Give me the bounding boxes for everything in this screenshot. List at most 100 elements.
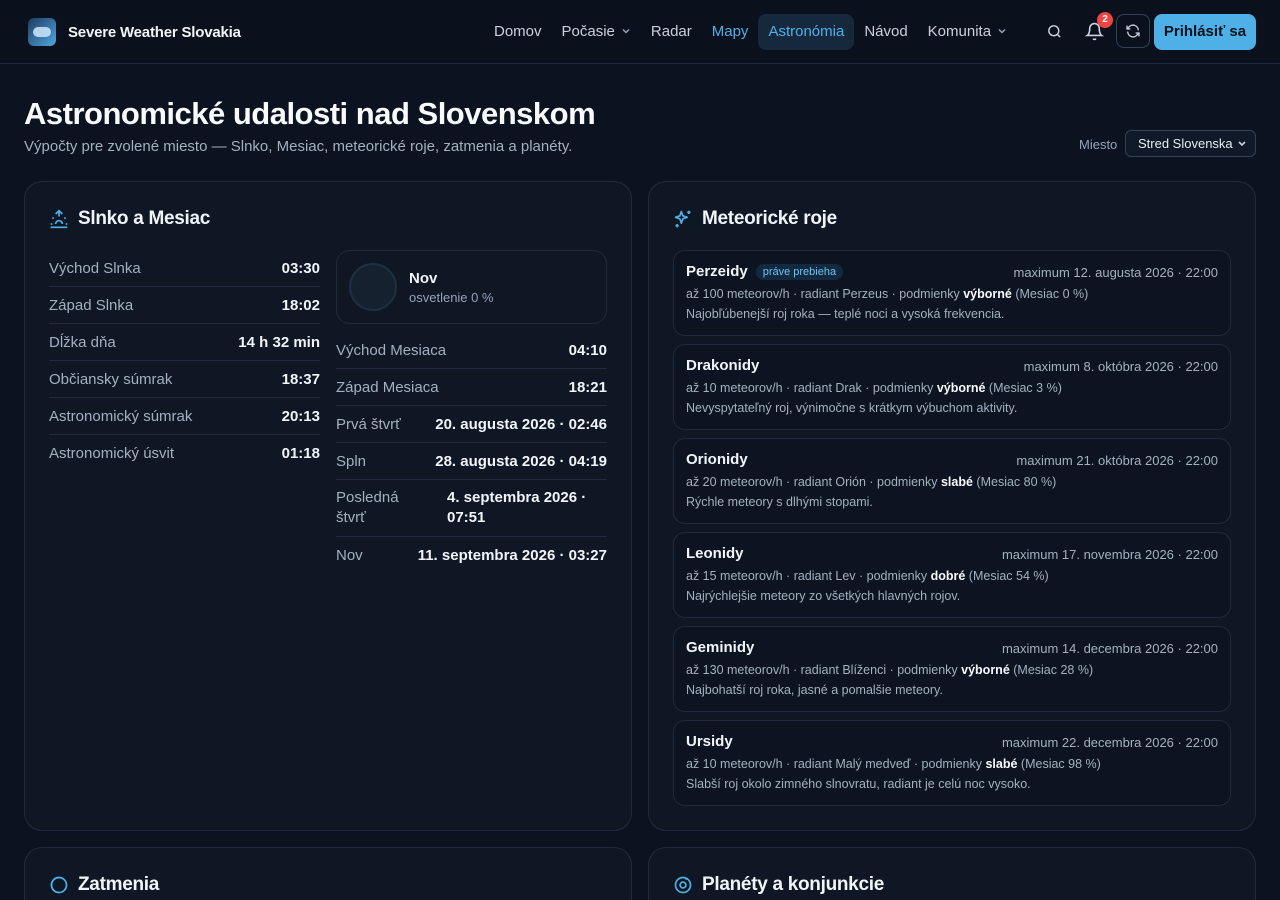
row-label: Posledná štvrť — [336, 489, 399, 526]
sun-row: Východ Slnka 03:30 — [49, 250, 320, 287]
shower-name-wrap: Orionidy — [686, 451, 748, 468]
shower-rate: až 100 meteorov/h · radiant Perzeus · po… — [686, 287, 964, 301]
brand[interactable]: Severe Weather Slovakia — [28, 18, 241, 46]
search-button[interactable] — [1037, 14, 1071, 48]
shower-rate: až 10 meteorov/h · radiant Drak · podmie… — [686, 381, 937, 395]
moon-illumination: osvetlenie 0 % — [409, 290, 494, 305]
meteor-showers-card: Meteorické roje Perzeidy práve prebieha m… — [648, 181, 1256, 831]
moon-row: Západ Mesiaca 18:21 — [336, 369, 607, 406]
sun-row: Občiansky súmrak 18:37 — [49, 361, 320, 398]
menu-label: Počasie — [561, 23, 615, 40]
planets-card: Planéty a konjunkcie — [648, 847, 1256, 900]
shower-details: až 20 meteorov/h · radiant Orión · podmi… — [686, 475, 1056, 489]
row-label: Občiansky súmrak — [49, 370, 173, 388]
row-label: Astronomický súmrak — [49, 407, 193, 425]
planets-title: Planéty a konjunkcie — [673, 874, 884, 896]
row-value: 03:30 — [281, 259, 320, 277]
meteor-shower-item[interactable]: Orionidy maximum 21. októbra 2026 · 22:0… — [673, 438, 1231, 524]
menu-item-navod[interactable]: Návod — [854, 14, 917, 50]
row-label: Východ Slnka — [49, 259, 141, 277]
shower-maximum: maximum 14. decembra 2026 · 22:00 — [1001, 641, 1218, 656]
menu-item-radar[interactable]: Radar — [641, 14, 702, 50]
shower-description: Najrýchlejšie meteory zo všetkých hlavný… — [686, 589, 961, 603]
status-badge: práve prebieha — [755, 263, 844, 280]
shower-conditions: výborné — [961, 663, 1010, 677]
shower-moon: (Mesiac 0 %) — [1011, 287, 1089, 301]
meteor-shower-item[interactable]: Leonidy maximum 17. novembra 2026 · 22:0… — [673, 532, 1231, 618]
chevron-down-icon — [1238, 141, 1246, 147]
eclipse-icon — [50, 876, 68, 894]
chevron-down-icon — [998, 28, 1006, 34]
moon-row: Východ Mesiaca 04:10 — [336, 332, 607, 369]
row-value: 01:18 — [281, 445, 320, 462]
row-value: 18:21 — [568, 378, 607, 396]
shower-moon: (Mesiac 28 %) — [1009, 663, 1094, 677]
eclipses-title: Zatmenia — [49, 874, 159, 896]
row-value: 4. septembra 2026 · 07:51 — [447, 489, 587, 526]
meteor-shower-item[interactable]: Perzeidy práve prebieha maximum 12. augus… — [673, 250, 1231, 336]
shower-description: Najobľúbenejší roj roka — teplé noci a v… — [686, 307, 1005, 321]
menu-label: Radar — [650, 23, 692, 40]
notifications-button[interactable]: 2 — [1077, 12, 1113, 48]
shower-maximum: maximum 12. augusta 2026 · 22:00 — [1013, 265, 1218, 280]
row-label: Prvá štvrť — [336, 415, 401, 433]
moon-row: Prvá štvrť 20. augusta 2026 · 02:46 — [336, 406, 607, 443]
location-label: Miesto — [1079, 137, 1118, 152]
notification-badge: 2 — [1097, 12, 1113, 28]
chevron-down-icon — [622, 28, 630, 34]
menu-item-astronomia[interactable]: Astronómia — [758, 14, 855, 50]
row-value: 18:37 — [281, 370, 320, 388]
shower-name: Ursidy — [686, 733, 733, 750]
shower-name: Geminidy — [686, 639, 755, 656]
shower-moon: (Mesiac 54 %) — [965, 569, 1049, 583]
row-value: 11. septembra 2026 · 03:27 — [417, 547, 607, 564]
meteor-shower-item[interactable]: Drakonidy maximum 8. októbra 2026 · 22:0… — [673, 344, 1231, 430]
shower-maximum: maximum 17. novembra 2026 · 22:00 — [1001, 547, 1218, 562]
row-value: 18:02 — [281, 296, 320, 314]
menu-label: Návod — [864, 23, 908, 40]
card-title-text: Meteorické roje — [702, 208, 837, 229]
shower-name: Leonidy — [686, 545, 744, 562]
shower-description: Najbohatší roj roka, jasné a pomalšie me… — [686, 683, 943, 697]
menu-item-domov[interactable]: Domov — [484, 14, 552, 50]
shower-moon: (Mesiac 80 %) — [972, 475, 1057, 489]
menu-label: Komunita — [927, 23, 992, 40]
page-subtitle: Výpočty pre zvolené miesto — Slnko, Mesi… — [24, 138, 573, 155]
refresh-icon — [1126, 24, 1140, 38]
menu-label: Mapy — [711, 23, 749, 40]
shower-name-wrap: Geminidy — [686, 639, 754, 656]
sun-moon-card: Slnko a Mesiac Východ Slnka 03:30 Západ S… — [24, 181, 632, 831]
planet-icon — [674, 876, 692, 894]
app-logo[interactable] — [28, 18, 56, 46]
login-button[interactable]: Prihlásiť sa — [1154, 14, 1256, 50]
row-value: 20:13 — [281, 407, 320, 425]
menu-item-komunita[interactable]: Komunita — [918, 14, 1017, 50]
location-select[interactable]: Stred Slovenska — [1125, 130, 1256, 157]
moon-row: Nov 11. septembra 2026 · 03:27 — [336, 537, 607, 574]
brand-name[interactable]: Severe Weather Slovakia — [68, 24, 241, 41]
shower-name-wrap: Ursidy — [686, 733, 733, 750]
moon-phase-name: Nov — [409, 270, 438, 287]
top-navbar: Severe Weather Slovakia Domov Počasie Ra… — [0, 0, 1280, 64]
shower-moon: (Mesiac 3 %) — [985, 381, 1062, 395]
menu-item-pocasie[interactable]: Počasie — [552, 14, 641, 50]
shower-details: až 130 meteorov/h · radiant Blíženci · p… — [686, 663, 1093, 677]
shower-name: Perzeidy — [686, 263, 748, 280]
sunrise-icon — [50, 209, 68, 229]
shower-details: až 10 meteorov/h · radiant Malý medveď ·… — [686, 757, 1101, 771]
row-label: Východ Mesiaca — [336, 341, 447, 359]
shower-conditions: dobré — [930, 569, 966, 583]
sun-row: Astronomický úsvit 01:18 — [49, 435, 320, 472]
shower-details: až 10 meteorov/h · radiant Drak · podmie… — [686, 381, 1062, 395]
refresh-button[interactable] — [1116, 14, 1150, 48]
shower-name-wrap: Drakonidy — [686, 357, 759, 374]
row-label: Spln — [336, 452, 367, 470]
shower-name: Drakonidy — [686, 357, 760, 374]
card-title-text: Zatmenia — [78, 874, 160, 895]
row-label: Astronomický úsvit — [49, 445, 175, 462]
page-title: Astronomické udalosti nad Slovenskom — [24, 96, 596, 131]
menu-item-mapy[interactable]: Mapy — [702, 14, 759, 50]
meteor-shower-item[interactable]: Geminidy maximum 14. decembra 2026 · 22:… — [673, 626, 1231, 712]
meteor-shower-item[interactable]: Ursidy maximum 22. decembra 2026 · 22:00… — [673, 720, 1231, 806]
row-label: Dĺžka dňa — [49, 333, 116, 351]
